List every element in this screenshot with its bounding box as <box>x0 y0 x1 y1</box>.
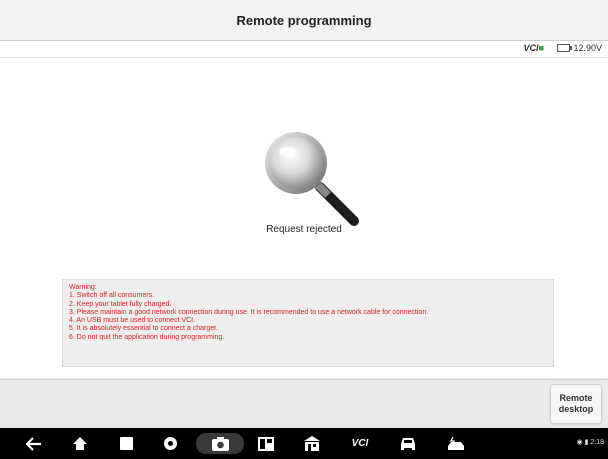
recent-apps-icon[interactable] <box>114 433 138 454</box>
magnifier-icon <box>265 132 359 226</box>
warning-box: Warning: 1. Switch off all consumers. 2.… <box>62 279 554 367</box>
shop-icon[interactable] <box>300 433 324 454</box>
request-status: Request rejected <box>266 224 342 235</box>
title-bar: Remote programming <box>0 0 608 41</box>
battery-icon <box>557 44 573 52</box>
vci-label: VCI <box>523 43 539 53</box>
battery-icon: ▮ <box>584 439 589 446</box>
ev-car-icon[interactable] <box>444 433 468 454</box>
system-status: ◉ ▮ 2:18 <box>577 438 605 446</box>
page-title: Remote programming <box>236 12 372 28</box>
screenshot-icon[interactable] <box>196 433 244 454</box>
android-navbar: VCI ◉ ▮ 2:18 <box>0 428 608 459</box>
warning-line: 2. Keep your tablet fully charged. <box>69 300 172 308</box>
clock: 2:18 <box>590 439 604 446</box>
main-content: Request rejected Warning: 1. Switch off … <box>0 58 608 378</box>
vci-connected-icon: ■ <box>538 43 544 53</box>
back-icon[interactable] <box>22 433 46 454</box>
warning-line: 6. Do not quit the application during pr… <box>69 333 225 341</box>
multi-window-icon[interactable] <box>254 433 278 454</box>
wifi-icon: ◉ <box>576 439 583 446</box>
warning-line: 3. Please maintain a good network connec… <box>69 308 429 316</box>
vci-status: VCI■ <box>524 43 544 53</box>
warning-line: 1. Switch off all consumers. <box>69 292 155 300</box>
voltage-value: 12.90V <box>573 43 602 53</box>
remote-desktop-button[interactable]: Remote desktop <box>550 384 602 424</box>
vci-icon[interactable]: VCI <box>344 433 376 454</box>
warning-heading: Warning: <box>69 284 97 291</box>
remote-desktop-label: Remote desktop <box>558 393 594 414</box>
status-bar: VCI■ 12.90V <box>0 41 608 58</box>
browser-icon[interactable] <box>158 433 182 454</box>
home-icon[interactable] <box>68 433 92 454</box>
car-icon[interactable] <box>396 433 420 454</box>
action-bar: Remote desktop <box>0 379 608 428</box>
battery-voltage: 12.90V <box>557 43 602 53</box>
warning-line: 4. An USB must be used to connect VCI. <box>69 317 196 325</box>
warning-line: 5. It is absolutely essential to connect… <box>69 325 219 333</box>
